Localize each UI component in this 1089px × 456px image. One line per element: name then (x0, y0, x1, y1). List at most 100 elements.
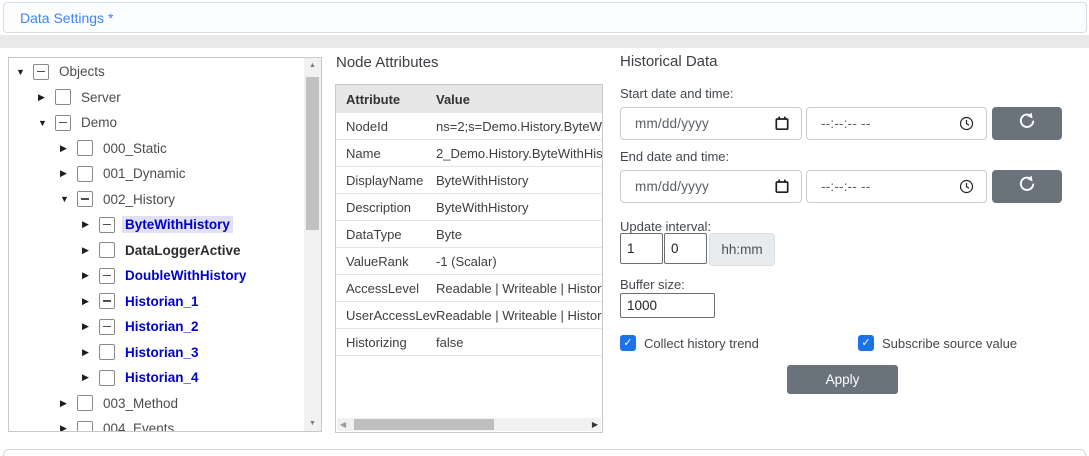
tree-checkbox[interactable] (55, 89, 71, 105)
tree-checkbox[interactable] (99, 293, 115, 309)
expand-icon[interactable]: ▶ (82, 296, 96, 307)
update-interval-label: Update interval: (620, 219, 711, 234)
tree-label[interactable]: 003_Method (100, 395, 181, 412)
tree-checkbox[interactable] (99, 344, 115, 360)
table-scrollbar-thumb[interactable] (354, 419, 494, 430)
tree-item-historian_3[interactable]: ▶ Historian_3 (9, 340, 303, 366)
tree-label[interactable]: Historian_1 (122, 293, 202, 310)
tree-label[interactable]: Historian_4 (122, 369, 202, 386)
tree-checkbox[interactable] (77, 140, 93, 156)
attr-row-useraccesslevel: UserAccessLevelReadable | Writeable | Hi… (336, 302, 602, 329)
tree-item-server[interactable]: ▶ Server (9, 85, 303, 111)
tree-item-historian_2[interactable]: ▶ Historian_2 (9, 314, 303, 340)
tree-label[interactable]: Historian_3 (122, 344, 202, 361)
tree-scrollbar-thumb[interactable] (306, 77, 319, 230)
attr-name: DataType (336, 227, 436, 242)
tree-item-historian_4[interactable]: ▶ Historian_4 (9, 365, 303, 391)
expand-icon[interactable]: ▶ (82, 372, 96, 383)
tree-label[interactable]: Historian_2 (122, 318, 202, 335)
expand-icon[interactable]: ▶ (82, 270, 96, 281)
tree-item-004_events[interactable]: ▶ 004_Events (9, 416, 303, 431)
start-time-input[interactable]: --:--:-- -- (806, 107, 987, 140)
scroll-up-icon[interactable]: ▲ (304, 58, 321, 73)
tree-item-002_history[interactable]: ▼ 002_History (9, 187, 303, 213)
tree-scrollbar[interactable]: ▲ ▼ (304, 58, 321, 431)
end-date-input[interactable]: mm/dd/yyyy (620, 170, 802, 203)
expand-icon[interactable]: ▶ (82, 347, 96, 358)
tree-checkbox[interactable] (33, 64, 49, 80)
tab-data-settings[interactable]: Data Settings * (20, 10, 113, 26)
tree-label[interactable]: Objects (56, 63, 108, 80)
interval-hours-input[interactable] (620, 233, 663, 264)
subscribe-source-value-checkbox[interactable]: ✓ (858, 335, 874, 351)
expand-icon[interactable]: ▶ (38, 92, 52, 103)
tree-item-000_static[interactable]: ▶ 000_Static (9, 136, 303, 162)
end-refresh-button[interactable] (992, 170, 1062, 203)
calendar-icon[interactable] (775, 116, 789, 131)
tree-checkbox[interactable] (99, 268, 115, 284)
tree-item-doublewithhistory[interactable]: ▶ DoubleWithHistory (9, 263, 303, 289)
tree-label[interactable]: 004_Events (100, 420, 177, 431)
tree-item-bytewithhistory[interactable]: ▶ ByteWithHistory (9, 212, 303, 238)
start-date-input[interactable]: mm/dd/yyyy (620, 107, 802, 140)
attr-value: ns=2;s=Demo.History.ByteWithHistory (436, 119, 602, 134)
tree-item-objects[interactable]: ▼ Objects (9, 59, 303, 85)
tree-item-dataloggeractive[interactable]: ▶ DataLoggerActive (9, 238, 303, 264)
tree-checkbox[interactable] (99, 217, 115, 233)
scroll-right-icon[interactable]: ▶ (592, 418, 598, 431)
clock-icon[interactable] (959, 116, 974, 131)
expand-icon[interactable]: ▶ (60, 143, 74, 154)
tree-checkbox[interactable] (77, 166, 93, 182)
tree-checkbox[interactable] (55, 115, 71, 131)
attr-value: ByteWithHistory (436, 200, 602, 215)
tree-checkbox[interactable] (77, 395, 93, 411)
attr-row-nodeid: NodeIdns=2;s=Demo.History.ByteWithHistor… (336, 113, 602, 140)
expand-icon[interactable]: ▶ (60, 168, 74, 179)
tree-label[interactable]: Server (78, 89, 124, 106)
tree-label[interactable]: DoubleWithHistory (122, 267, 249, 284)
tree-item-001_dynamic[interactable]: ▶ 001_Dynamic (9, 161, 303, 187)
expand-icon[interactable]: ▶ (82, 219, 96, 230)
tree-label[interactable]: ByteWithHistory (122, 216, 233, 233)
tree-checkbox[interactable] (77, 421, 93, 431)
attr-name: DisplayName (336, 173, 436, 188)
expand-icon[interactable]: ▶ (60, 398, 74, 409)
collect-history-trend-label: Collect history trend (644, 336, 759, 351)
end-date-placeholder: mm/dd/yyyy (635, 179, 775, 194)
calendar-icon[interactable] (775, 179, 789, 194)
node-attributes-title: Node Attributes (336, 54, 439, 71)
collapse-icon[interactable]: ▼ (16, 67, 30, 77)
table-header: Attribute Value (336, 85, 602, 113)
start-datetime-label: Start date and time: (620, 86, 733, 101)
clock-icon[interactable] (959, 179, 974, 194)
collapse-icon[interactable]: ▼ (38, 118, 52, 128)
tree-label[interactable]: Demo (78, 114, 120, 131)
tree-checkbox[interactable] (99, 370, 115, 386)
table-scrollbar[interactable]: ◀ ▶ (337, 418, 601, 431)
tree-label[interactable]: 000_Static (100, 140, 170, 157)
expand-icon[interactable]: ▶ (60, 423, 74, 431)
start-refresh-button[interactable] (992, 107, 1062, 140)
node-attributes-table: Attribute Value NodeIdns=2;s=Demo.Histor… (335, 84, 603, 433)
tree-item-demo[interactable]: ▼ Demo (9, 110, 303, 136)
interval-minutes-input[interactable] (664, 233, 707, 264)
tree-checkbox[interactable] (99, 242, 115, 258)
expand-icon[interactable]: ▶ (82, 321, 96, 332)
tree-item-historian_1[interactable]: ▶ Historian_1 (9, 289, 303, 315)
attr-value: -1 (Scalar) (436, 254, 602, 269)
buffer-size-input[interactable] (620, 293, 715, 318)
collect-history-trend-checkbox[interactable]: ✓ (620, 335, 636, 351)
collapse-icon[interactable]: ▼ (60, 194, 74, 204)
tree-label[interactable]: 001_Dynamic (100, 165, 189, 182)
expand-icon[interactable]: ▶ (82, 245, 96, 256)
tree-item-003_method[interactable]: ▶ 003_Method (9, 391, 303, 417)
attr-row-accesslevel: AccessLevelReadable | Writeable | Histor… (336, 275, 602, 302)
apply-button[interactable]: Apply (787, 365, 898, 394)
tree-label[interactable]: DataLoggerActive (122, 242, 244, 259)
scroll-left-icon[interactable]: ◀ (340, 418, 346, 431)
tree-label[interactable]: 002_History (100, 191, 178, 208)
end-time-input[interactable]: --:--:-- -- (806, 170, 987, 203)
tree-checkbox[interactable] (99, 319, 115, 335)
scroll-down-icon[interactable]: ▼ (304, 416, 321, 431)
tree-checkbox[interactable] (77, 191, 93, 207)
